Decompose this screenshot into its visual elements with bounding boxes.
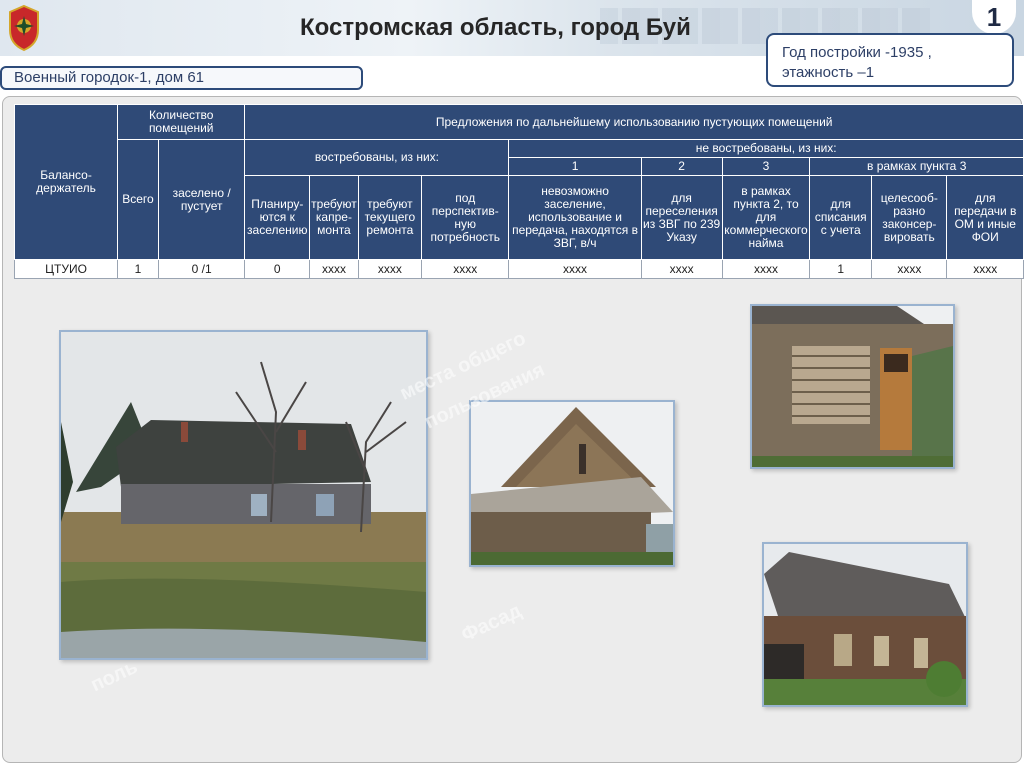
cell-conserve: хххх bbox=[871, 259, 948, 279]
header-proposals: Предложения по дальнейшему использованию… bbox=[244, 104, 1024, 140]
header-in-demand: востребованы, из них: bbox=[244, 139, 510, 176]
house-photo-boarded-image bbox=[752, 306, 953, 467]
house-photo-main bbox=[59, 330, 428, 660]
header-impossible: невозможно заселение, использование и пе… bbox=[508, 175, 642, 260]
house-photo-long-image bbox=[764, 544, 966, 705]
header-transfer: для передачи в ОМ и иные ФОИ bbox=[946, 175, 1024, 260]
usage-table: Балансо-держатель Количество помещений П… bbox=[14, 104, 1024, 279]
cell-holder: ЦТУИО bbox=[14, 259, 119, 279]
page-title: Костромская область, город Буй bbox=[300, 14, 691, 41]
table-clip: Балансо-держатель Количество помещений П… bbox=[14, 104, 1024, 284]
header-occupied-empty: заселено / пустует bbox=[157, 139, 246, 260]
header-commercial-rent: в рамках пункта 2, то для коммерческого … bbox=[721, 175, 811, 260]
header-future-need: под перспектив-ную потребность bbox=[421, 175, 510, 260]
cell-planned: 0 bbox=[244, 259, 311, 279]
cell-impossible: хххх bbox=[508, 259, 642, 279]
header-conserve: целесооб-разно законсер-вировать bbox=[871, 175, 948, 260]
header-num-2: 2 bbox=[640, 157, 723, 176]
house-photo-main-image bbox=[61, 332, 426, 658]
house-photo-gable bbox=[469, 400, 675, 567]
header-write-off: для списания с учета bbox=[809, 175, 873, 260]
header-capital-repair: требуют капре-монта bbox=[309, 175, 359, 260]
subtitle: Военный городок-1, дом 61 bbox=[0, 66, 363, 90]
house-photo-boarded bbox=[750, 304, 955, 469]
header-resettlement: для переселения из ЗВГ по 239 Указу bbox=[640, 175, 723, 260]
header-within-point-3: в рамках пункта 3 bbox=[809, 157, 1024, 176]
info-line-year: Год постройки -1935 , bbox=[782, 44, 932, 61]
cell-writeoff: 1 bbox=[809, 259, 873, 279]
header-rooms-count: Количество помещений bbox=[117, 104, 246, 140]
cell-occupied: 0 /1 bbox=[157, 259, 246, 279]
house-photo-long bbox=[762, 542, 968, 707]
header-not-in-demand: не востребованы, из них: bbox=[508, 139, 1024, 158]
cell-capital: хххх bbox=[309, 259, 359, 279]
info-box: Год постройки -1935 , этажность –1 bbox=[766, 33, 1014, 87]
header-planned-occupancy: Планиру-ются к заселению bbox=[244, 175, 311, 260]
header-num-1: 1 bbox=[508, 157, 642, 176]
cell-commercial: хххх bbox=[721, 259, 811, 279]
cell-transfer: хххх bbox=[946, 259, 1024, 279]
table-row: ЦТУИО 1 0 /1 0 хххх хххх хххх хххх хххх … bbox=[14, 259, 1024, 279]
house-photo-gable-image bbox=[471, 402, 673, 565]
header-total: Всего bbox=[117, 139, 159, 260]
emblem-icon bbox=[9, 4, 39, 52]
header-current-repair: требуют текущего ремонта bbox=[357, 175, 423, 260]
header-num-3: 3 bbox=[721, 157, 811, 176]
info-line-floors: этажность –1 bbox=[782, 64, 875, 81]
cell-current: хххх bbox=[357, 259, 423, 279]
cell-future: хххх bbox=[421, 259, 510, 279]
cell-total: 1 bbox=[117, 259, 159, 279]
cell-resettle: хххх bbox=[640, 259, 723, 279]
header-balance-holder: Балансо-держатель bbox=[14, 104, 119, 260]
